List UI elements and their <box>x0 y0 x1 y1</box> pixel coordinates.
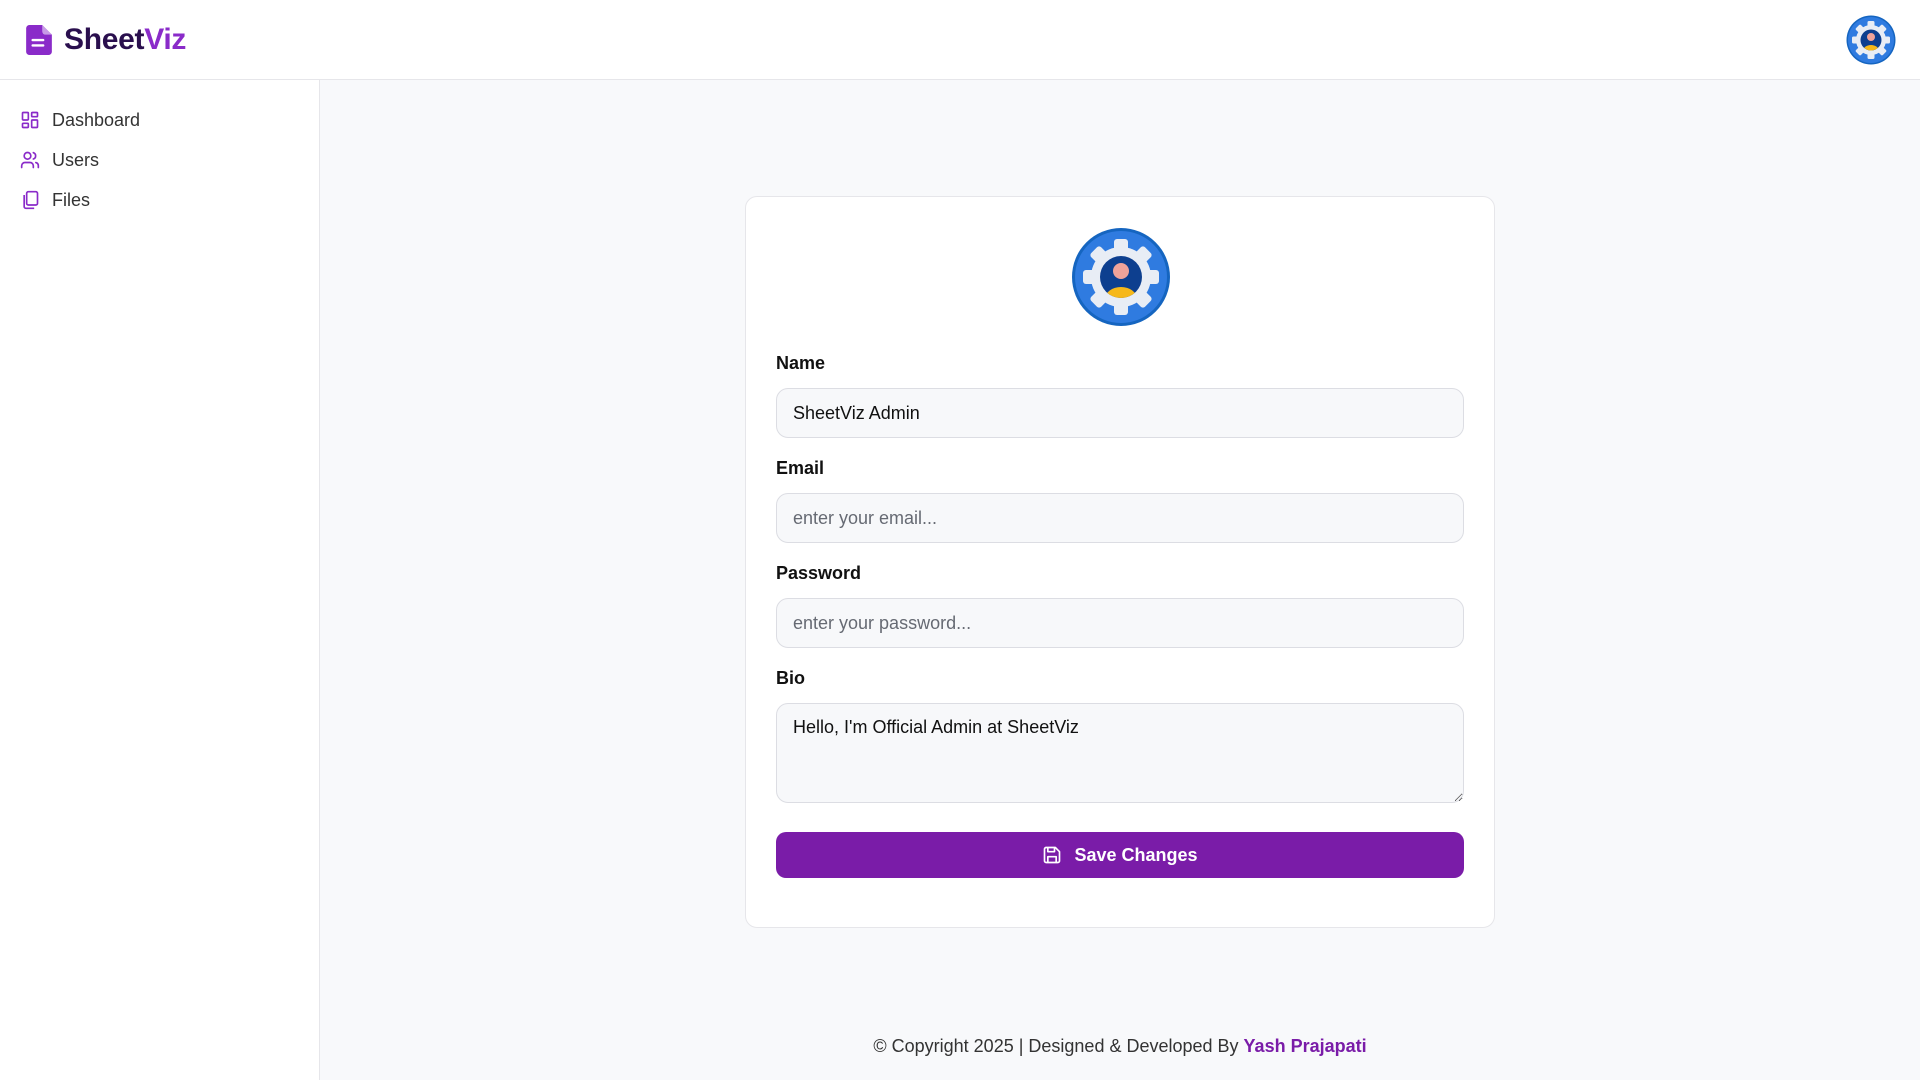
sidebar-item-label: Users <box>52 149 100 170</box>
sidebar-item-users[interactable]: Users <box>0 140 319 180</box>
top-header: SheetViz <box>0 0 1920 80</box>
save-changes-button[interactable]: Save Changes <box>776 832 1464 878</box>
gear-user-icon <box>1846 15 1896 65</box>
brand-name-prefix: Sheet <box>64 23 145 56</box>
profile-card: Name Email Password Bio Hello, I'm Offic… <box>745 196 1495 928</box>
footer: © Copyright 2025 | Designed & Developed … <box>320 1036 1920 1057</box>
name-field[interactable] <box>776 388 1464 438</box>
sidebar-item-label: Files <box>52 189 91 210</box>
document-icon <box>26 25 52 55</box>
brand-name: SheetViz <box>64 23 186 57</box>
sidebar-item-label: Dashboard <box>52 109 141 130</box>
password-field[interactable] <box>776 598 1464 648</box>
email-label: Email <box>776 458 825 478</box>
brand-logo[interactable]: SheetViz <box>26 20 186 60</box>
sidebar: Dashboard Users Files <box>0 80 320 1080</box>
files-icon <box>23 190 39 210</box>
profile-avatar-button[interactable] <box>1846 15 1896 65</box>
users-icon <box>20 151 40 169</box>
footer-copyright: © Copyright 2025 | Designed & Developed … <box>873 1036 1239 1056</box>
sidebar-item-dashboard[interactable]: Dashboard <box>0 100 319 140</box>
profile-avatar[interactable] <box>1071 227 1171 327</box>
save-icon <box>1044 846 1061 864</box>
email-field[interactable] <box>776 493 1464 543</box>
bio-textarea[interactable]: Hello, I'm Official Admin at SheetViz <box>776 703 1464 803</box>
gear-user-icon <box>1072 228 1170 326</box>
name-label: Name <box>776 353 826 373</box>
save-changes-label: Save Changes <box>1074 844 1198 865</box>
sidebar-item-files[interactable]: Files <box>0 180 319 220</box>
bio-label: Bio <box>776 668 805 688</box>
password-label: Password <box>776 563 862 583</box>
footer-author-link[interactable]: Yash Prajapati <box>1244 1036 1367 1056</box>
dashboard-icon <box>21 111 39 129</box>
brand-name-suffix: Viz <box>144 23 187 56</box>
